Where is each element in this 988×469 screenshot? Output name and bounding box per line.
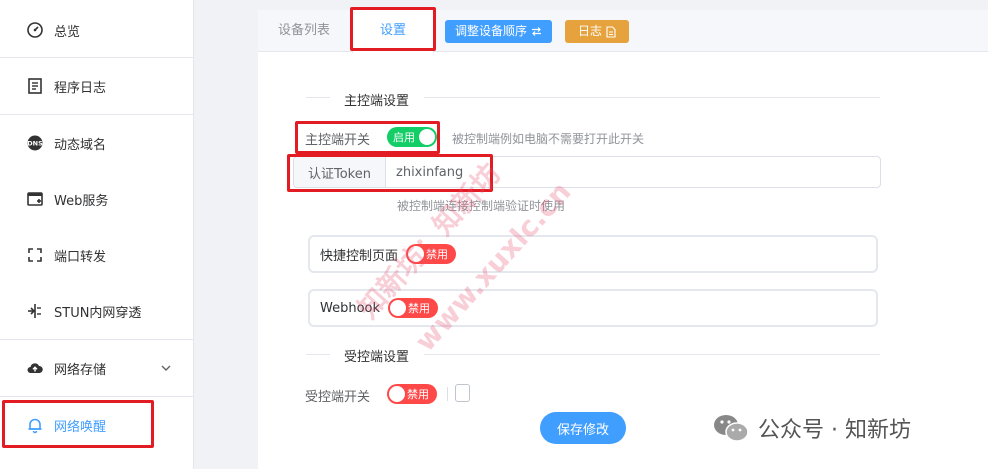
sidebar-item-label: 总览 <box>54 24 81 40</box>
switch-text: 禁用 <box>408 302 431 315</box>
token-hint: 被控制端连接控制端验证时使用 <box>397 199 566 213</box>
switch-knob <box>408 246 425 262</box>
section-divider <box>306 354 330 355</box>
switch-text: 启用 <box>393 131 415 144</box>
wechat-text: 公众号 · 知新坊 <box>758 418 911 443</box>
tab-bar: 设备列表 设置 调整设备顺序 日志 <box>258 10 988 53</box>
webhook-label: Webhook <box>320 300 381 316</box>
wechat-account: 公众号 · 知新坊 <box>712 412 911 444</box>
web-service-icon <box>26 190 44 208</box>
sidebar-item-wake-on-lan[interactable]: 网络唤醒 <box>0 397 194 453</box>
slave-extra-checkbox[interactable] <box>455 384 470 402</box>
sidebar-item-ddns[interactable]: DNS 动态域名 <box>0 115 194 171</box>
sidebar-item-label: 网络唤醒 <box>54 419 107 435</box>
webhook-row: Webhook 禁用 <box>308 289 878 327</box>
master-switch-label: 主控端开关 <box>305 133 371 148</box>
token-input-group: 认证Token <box>293 156 881 188</box>
switch-knob <box>390 300 407 316</box>
sidebar-item-port-forward[interactable]: 端口转发 <box>0 227 194 283</box>
svg-text:DNS: DNS <box>27 140 43 148</box>
section-divider <box>306 97 330 98</box>
slave-switch-label: 受控端开关 <box>305 390 371 405</box>
sidebar-item-overview[interactable]: 总览 <box>0 2 194 58</box>
switch-text: 禁用 <box>407 388 429 401</box>
slave-section-title: 受控端设置 <box>344 350 410 365</box>
document-icon <box>606 25 616 38</box>
master-section-title: 主控端设置 <box>344 94 410 109</box>
dashboard-icon <box>26 21 44 39</box>
switch-text: 禁用 <box>426 248 449 261</box>
section-divider <box>424 354 880 355</box>
quick-control-page-label: 快捷控制页面 <box>320 248 399 264</box>
switch-knob <box>419 129 435 145</box>
sidebar-item-label: 网络存储 <box>54 362 107 378</box>
sidebar-item-label: STUN内网穿透 <box>54 305 142 321</box>
webhook-switch[interactable]: 禁用 <box>388 298 439 318</box>
master-switch-hint: 被控制端例如电脑不需要打开此开关 <box>452 132 645 146</box>
section-divider <box>424 97 880 98</box>
wechat-icon <box>714 415 749 442</box>
log-button-label: 日志 <box>577 24 602 38</box>
separator <box>447 387 448 401</box>
master-switch[interactable]: 启用 <box>387 127 437 147</box>
reorder-button-label: 调整设备顺序 <box>455 24 528 38</box>
sidebar-item-label: 端口转发 <box>54 249 107 265</box>
sidebar-item-label: 动态域名 <box>54 137 107 153</box>
stun-icon <box>26 302 44 320</box>
main-panel: 设备列表 设置 调整设备顺序 日志 主控端设置 主控端开关 启用 被控制端例如电… <box>258 10 988 469</box>
token-input[interactable] <box>386 157 880 187</box>
dns-icon: DNS <box>26 134 44 152</box>
cloud-storage-icon <box>26 359 44 377</box>
token-label: 认证Token <box>294 157 386 187</box>
sidebar-item-program-log[interactable]: 程序日志 <box>0 58 194 114</box>
sidebar-item-label: Web服务 <box>54 193 109 209</box>
swap-icon <box>532 27 542 36</box>
slave-switch[interactable]: 禁用 <box>387 384 437 404</box>
log-icon <box>26 77 44 95</box>
tab-device-list[interactable]: 设备列表 <box>278 10 330 52</box>
reorder-devices-button[interactable]: 调整设备顺序 <box>445 20 553 43</box>
tab-settings[interactable]: 设置 <box>352 10 434 53</box>
quick-control-page-row: 快捷控制页面 禁用 <box>308 235 878 273</box>
sidebar-item-stun[interactable]: STUN内网穿透 <box>0 283 194 339</box>
quick-control-page-switch[interactable]: 禁用 <box>406 244 457 264</box>
sidebar-item-network-storage[interactable]: 网络存储 <box>0 340 194 396</box>
sidebar-item-web-service[interactable]: Web服务 <box>0 171 194 227</box>
save-button[interactable]: 保存修改 <box>540 412 626 444</box>
log-button[interactable]: 日志 <box>565 20 629 43</box>
port-forward-icon <box>26 246 44 264</box>
bell-icon <box>26 416 44 434</box>
switch-knob <box>389 386 405 402</box>
chevron-down-icon[interactable] <box>160 362 172 374</box>
sidebar: 总览 程序日志 DNS 动态域名 Web服务 端口转发 STUN内网穿透 网络存… <box>0 0 194 469</box>
sidebar-item-label: 程序日志 <box>54 80 107 96</box>
